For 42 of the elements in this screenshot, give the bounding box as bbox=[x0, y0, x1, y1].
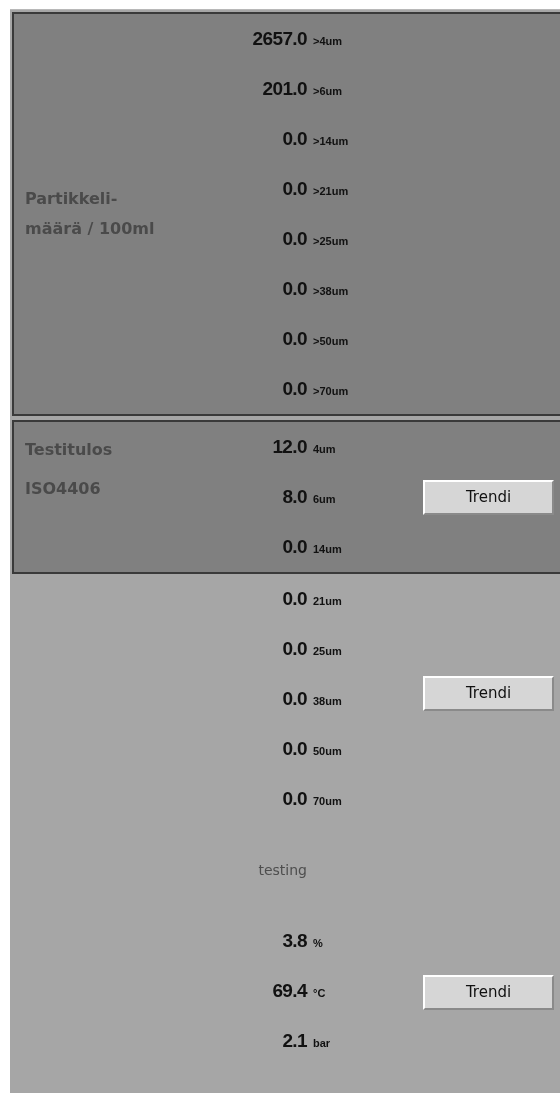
reading-value: 8.0 bbox=[282, 486, 307, 508]
reading-value: 0.0 bbox=[282, 378, 307, 400]
reading-unit: 38um bbox=[313, 694, 342, 707]
reading-value: 0.0 bbox=[282, 128, 307, 150]
reading-value: 0.0 bbox=[282, 788, 307, 810]
reading-unit: 25um bbox=[313, 644, 342, 657]
reading-unit: 70um bbox=[313, 794, 342, 807]
reading-value: 0.0 bbox=[282, 278, 307, 300]
reading-value: 2.1 bbox=[282, 1030, 307, 1052]
reading-unit: % bbox=[313, 936, 323, 949]
reading-value: 0.0 bbox=[282, 738, 307, 760]
reading-unit: >4um bbox=[313, 34, 343, 47]
trend-button[interactable]: Trendi bbox=[423, 974, 554, 1010]
trend-button[interactable]: Trendi bbox=[423, 479, 554, 515]
reading-value: 0.0 bbox=[282, 588, 307, 610]
reading-value: 201.0 bbox=[262, 78, 307, 100]
reading-unit: °C bbox=[313, 986, 326, 999]
reading-value: 12.0 bbox=[272, 436, 307, 458]
reading-value: 0.0 bbox=[282, 536, 307, 558]
reading-unit: >25um bbox=[313, 234, 349, 247]
reading-unit: 6um bbox=[313, 492, 336, 505]
reading-value: 3.8 bbox=[282, 930, 307, 952]
reading-unit: 50um bbox=[313, 744, 342, 757]
section-caption: testing bbox=[258, 862, 307, 878]
reading-unit: bar bbox=[313, 1036, 331, 1049]
reading-value: 69.4 bbox=[272, 980, 307, 1002]
reading-value: 0.0 bbox=[282, 688, 307, 710]
reading-value: 0.0 bbox=[282, 638, 307, 660]
reading-unit: >50um bbox=[313, 334, 349, 347]
reading-unit: 14um bbox=[313, 542, 342, 555]
reading-unit: 21um bbox=[313, 594, 342, 607]
trend-button[interactable]: Trendi bbox=[423, 675, 554, 711]
reading-value: 2657.0 bbox=[252, 28, 307, 50]
reading-unit: >38um bbox=[313, 284, 349, 297]
reading-value: 0.0 bbox=[282, 178, 307, 200]
reading-unit: >21um bbox=[313, 184, 349, 197]
reading-unit: >14um bbox=[313, 134, 349, 147]
reading-unit: >70um bbox=[313, 384, 349, 397]
reading-value: 0.0 bbox=[282, 328, 307, 350]
reading-value: 0.0 bbox=[282, 228, 307, 250]
reading-unit: 4um bbox=[313, 442, 336, 455]
reading-unit: >6um bbox=[313, 84, 343, 97]
